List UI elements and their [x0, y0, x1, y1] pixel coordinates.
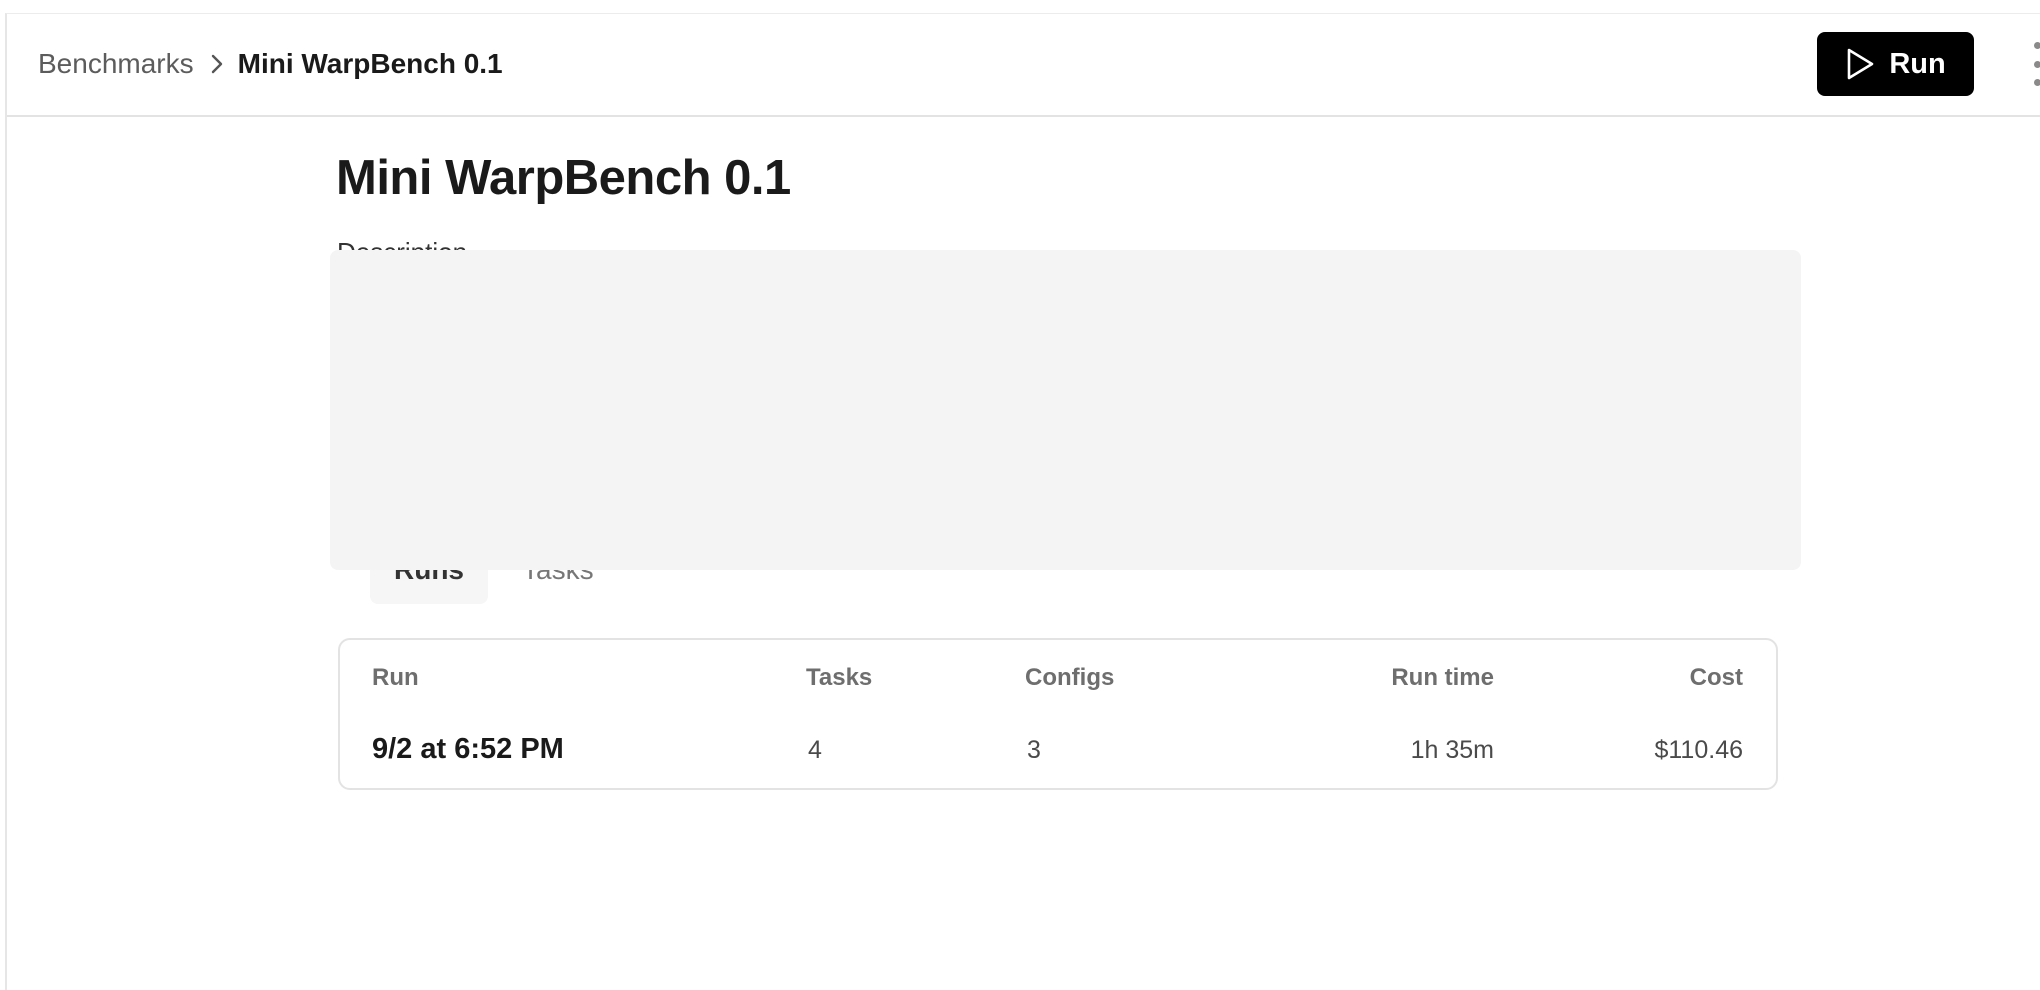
column-header-run: Run: [372, 664, 419, 691]
column-header-tasks: Tasks: [806, 664, 873, 691]
run-button-label: Run: [1889, 47, 1946, 80]
cost-cell: $110.46: [1654, 736, 1743, 764]
breadcrumb-benchmarks-link[interactable]: Benchmarks: [38, 48, 194, 80]
run-cell[interactable]: 9/2 at 6:52 PM: [372, 733, 564, 766]
play-icon: [1845, 47, 1875, 81]
chevron-right-icon: [210, 53, 224, 75]
column-header-cost: Cost: [1689, 664, 1743, 691]
tasks-cell: 4: [808, 736, 822, 764]
runs-table: Run Tasks Configs Run time Cost 9/2 at 6…: [338, 638, 1778, 790]
column-header-configs: Configs: [1025, 664, 1115, 691]
breadcrumb-current: Mini WarpBench 0.1: [237, 48, 503, 79]
configs-cell: 3: [1027, 736, 1041, 764]
page-title: Mini WarpBench 0.1: [336, 151, 791, 205]
run-button[interactable]: Run: [1817, 32, 1974, 96]
top-bar: Benchmarks Mini WarpBench 0.1 Run: [7, 14, 2040, 117]
column-header-run-time: Run time: [1391, 664, 1494, 691]
more-vertical-icon[interactable]: [2027, 42, 2040, 86]
overlay-panel: [330, 250, 1801, 570]
run-time-cell: 1h 35m: [1410, 736, 1494, 764]
breadcrumb: Benchmarks Mini WarpBench 0.1: [38, 14, 503, 114]
